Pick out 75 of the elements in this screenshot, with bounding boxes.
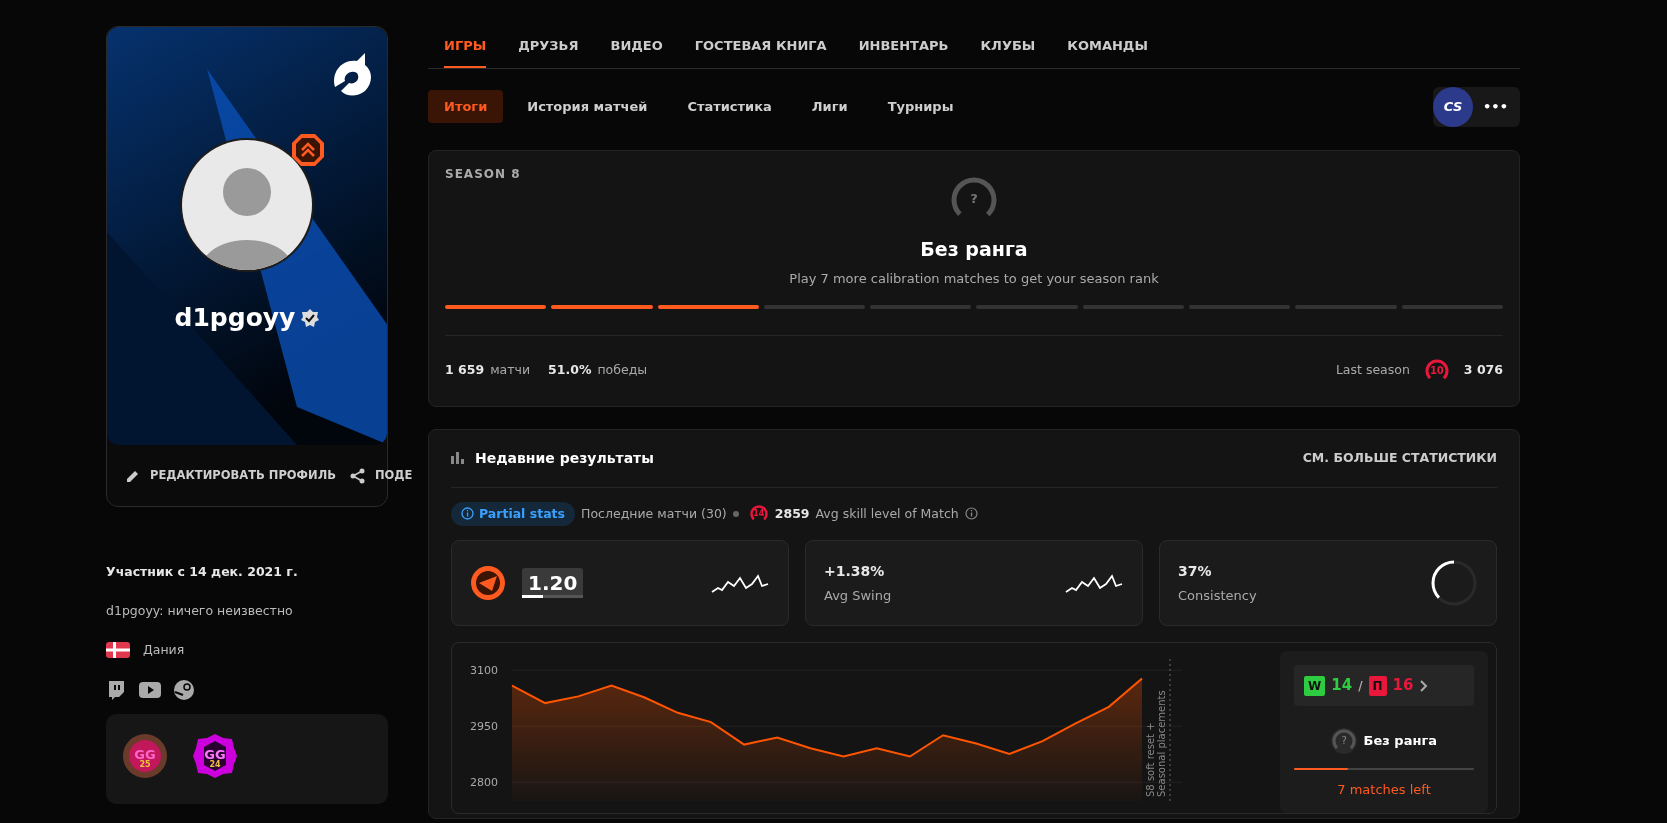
last-season-label: Last season [1335,361,1410,380]
rank-icon-text: ? [970,189,978,208]
marker-label: S8 soft reset + [1145,722,1156,798]
chevron-right-icon [1419,679,1430,692]
rank-title: Без ранга [920,236,1028,262]
youtube-icon[interactable] [139,681,161,698]
nav-tab[interactable]: КЛУБЫ [980,36,1036,68]
rank-icon-text: ? [1341,734,1347,749]
stat-value: +1.38% [824,562,886,582]
member-since-text: Участник с 14 дек. 2021 г. [106,563,299,582]
more-button[interactable]: ••• [1483,96,1508,117]
stat-label: Consistency [1178,586,1257,605]
loss-tag: П [1368,675,1387,696]
avg-level-text: 14 [753,507,765,520]
matches-count: 1 659 [445,361,485,380]
matches-left-text: 7 matches left [1336,780,1432,799]
winrate-label: победы [597,361,648,380]
level-badge-icon [291,133,325,167]
username: d1pgoyy [174,302,296,334]
info-icon [461,507,474,521]
marker-label: Seasonal placements [1156,690,1167,798]
partial-stats-text: Partial stats [479,504,566,523]
matches-label: матчи [490,361,531,380]
nav-tab[interactable]: ВИДЕО [610,36,663,68]
sub-tab[interactable]: История матчей [511,89,664,124]
badge-year: 25 [139,761,151,769]
country-text: Дания [143,640,185,659]
last-elo-value: 3 076 [1463,361,1503,380]
calibration-hint: Play 7 more calibration matches to get your season rank [789,270,1159,288]
bio-text: d1pgoyy: ничего неизвестно [106,602,294,620]
game-badge-button[interactable]: CS [1433,86,1474,127]
win-loss-button[interactable]: W 14 / П 16 [1294,665,1474,706]
sub-tab[interactable]: Итоги [428,89,504,124]
rating-value: 1.20 [522,568,584,599]
nav-tab[interactable]: КОМАНДЫ [1067,36,1148,68]
share-button[interactable]: ПОДЕ [349,467,413,485]
bar-chart-icon [451,452,465,464]
win-tag: W [1304,675,1326,696]
more-stats-link[interactable]: СМ. БОЛЬШЕ СТАТИСТИКИ [1302,448,1497,468]
stat-label: Avg Swing [824,586,892,605]
nav-tab[interactable]: ГОСТЕВАЯ КНИГА [694,36,827,68]
sub-tab[interactable]: Турниры [871,89,970,124]
separator-text: / [1358,677,1363,695]
sub-tab[interactable]: Статистика [671,89,788,124]
axis-tick-label: 2800 [470,776,498,790]
nav-tab[interactable]: ИНВЕНТАРЬ [858,36,949,68]
season-title: SEASON 8 [445,165,522,183]
twitch-icon[interactable] [106,679,126,700]
avg-elo-value: 2859 [774,504,810,523]
last-level-text: 10 [1429,364,1444,378]
separator-dot-icon [732,510,739,517]
rating-icon [470,565,506,602]
badge-text: GG [204,748,226,761]
rank-gauge-icon [1331,727,1358,754]
nav-tab[interactable]: ДРУЗЬЯ [518,36,579,68]
sub-tab[interactable]: Лиги [795,89,864,124]
badge-year: 24 [209,761,221,769]
stat-value: 37% [1178,562,1213,582]
flag-icon [106,642,130,659]
badge-text: GG [134,748,156,761]
section-title: Недавние результаты [475,448,654,468]
wins-count: 14 [1331,675,1353,697]
axis-tick-label: 3100 [470,664,498,678]
steam-icon[interactable] [174,679,194,700]
rank-title: Без ранга [1363,732,1437,750]
winrate-value: 51.0% [548,361,592,380]
avg-skill-label: Avg skill level of Match [815,504,959,523]
recent-matches-text: Последние матчи (30) [581,504,727,523]
info-icon [964,507,978,521]
consistency-ring-icon [1430,559,1478,608]
axis-tick-label: 2950 [470,720,498,734]
nav-tab[interactable]: ИГРЫ [444,36,487,68]
edit-profile-button[interactable]: РЕДАКТИРОВАТЬ ПРОФИЛЬ [125,467,336,485]
share-icon [349,467,366,484]
losses-count: 16 [1392,675,1414,697]
